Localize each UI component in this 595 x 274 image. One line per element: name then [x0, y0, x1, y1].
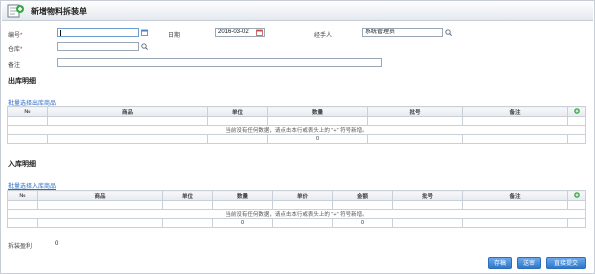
inbound-table: № 商品 单位 数量 单价 金额 批号 备注 当前没有任何数据，请点击本行或表头…: [7, 190, 586, 228]
column-header: 备注: [462, 106, 568, 117]
table-header-row: № 商品 单位 数量 单价 金额 批号 备注: [7, 190, 586, 201]
total-quantity: 0: [212, 218, 273, 228]
remark-label: 备注: [8, 63, 21, 69]
column-header: 商品: [37, 190, 163, 201]
add-icon[interactable]: [573, 191, 580, 198]
add-row-button[interactable]: [567, 106, 586, 117]
page-title: 新增物料拆装单: [31, 7, 87, 16]
table-header-row: № 商品 单位 数量 批号 备注: [7, 106, 586, 117]
empty-message[interactable]: 当前没有任何数据，请点击本行或表头上的 "+" 符号新增。: [7, 125, 586, 135]
warehouse-label: 仓库*: [8, 47, 23, 53]
add-icon[interactable]: [573, 107, 580, 114]
total-amount: 0: [332, 218, 393, 228]
save-draft-button[interactable]: 存稿: [488, 257, 512, 269]
document-add-icon: [7, 4, 24, 18]
column-header: №: [7, 106, 48, 117]
total-row: 0: [7, 134, 586, 144]
submit-review-button[interactable]: 送审: [517, 257, 541, 269]
column-header: 批号: [392, 190, 463, 201]
search-icon[interactable]: [445, 29, 452, 36]
empty-message-row[interactable]: 当前没有任何数据，请点击本行或表头上的 "+" 符号新增。: [7, 125, 586, 135]
code-input[interactable]: [57, 28, 139, 37]
total-quantity: 0: [267, 134, 368, 144]
handler-label: 经手人: [314, 33, 333, 39]
add-row-button[interactable]: [567, 190, 586, 201]
column-header: 批号: [367, 106, 463, 117]
total-row: 0 0: [7, 218, 586, 228]
handler-input[interactable]: 系统管理员: [362, 28, 443, 37]
column-header: 单价: [272, 190, 333, 201]
date-label: 日期: [168, 33, 181, 39]
column-header: №: [7, 190, 38, 201]
title-bar: 新增物料拆装单: [2, 2, 593, 21]
inbound-batch-select-link[interactable]: 批量选择入库商品: [8, 181, 56, 190]
profit-value: 0: [55, 241, 59, 247]
inbound-section-title: 入库明细: [8, 161, 36, 168]
search-icon[interactable]: [141, 43, 148, 50]
column-header: 单位: [207, 106, 268, 117]
column-header: 备注: [462, 190, 568, 201]
column-header: 数量: [267, 106, 368, 117]
submit-direct-button[interactable]: 直接提交: [546, 257, 586, 269]
empty-message[interactable]: 当前没有任何数据，请点击本行或表头上的 "+" 符号新增。: [7, 209, 586, 219]
table-row: [7, 200, 586, 210]
code-label: 编号*: [8, 33, 23, 39]
column-header: 单位: [162, 190, 213, 201]
table-row: [7, 116, 586, 126]
remark-input[interactable]: [57, 58, 382, 67]
form-window: 新增物料拆装单 编号* 日期 2016-03-02 经手人 系统管理员 仓库* …: [0, 0, 595, 274]
warehouse-input[interactable]: [57, 42, 139, 51]
empty-message-row[interactable]: 当前没有任何数据，请点击本行或表头上的 "+" 符号新增。: [7, 209, 586, 219]
profit-label: 拆装盈利: [8, 244, 33, 250]
outbound-table: № 商品 单位 数量 批号 备注 当前没有任何数据，请点击本行或表头上的 "+"…: [7, 106, 586, 144]
column-header: 数量: [212, 190, 273, 201]
column-header: 金额: [332, 190, 393, 201]
calendar-icon[interactable]: [141, 29, 148, 36]
calendar-icon[interactable]: [256, 29, 263, 36]
outbound-section-title: 出库明细: [8, 78, 36, 85]
column-header: 商品: [47, 106, 208, 117]
